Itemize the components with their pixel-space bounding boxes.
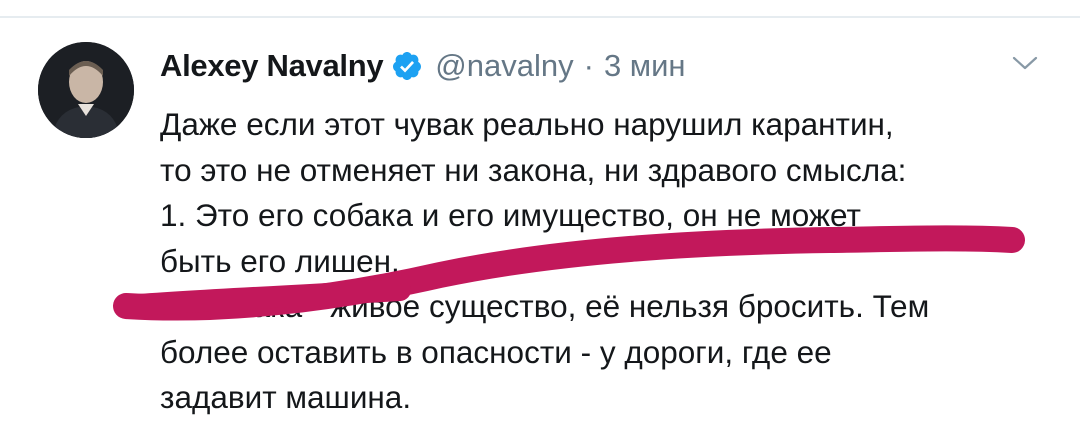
tweet-text-line: 2. Собака - живое существо, её нельзя бр…	[160, 288, 930, 324]
tweet-text-line: задавит машина.	[160, 379, 412, 415]
author-name[interactable]: Alexey Navalny	[160, 48, 384, 84]
tweet-timestamp[interactable]: 3 мин	[604, 48, 686, 84]
tweet-text-line: 1. Это его собака и его имущество, он не…	[160, 197, 861, 233]
tweet-text-line: Даже если этот чувак реально нарушил кар…	[160, 106, 894, 142]
separator-dot: ·	[583, 48, 594, 83]
verified-badge-icon	[393, 52, 422, 80]
avatar-photo	[38, 42, 134, 138]
tweet-text: Даже если этот чувак реально нарушил кар…	[160, 102, 1060, 421]
tweet-header: Alexey Navalny @navalny · 3 мин	[160, 44, 686, 88]
tweet-text-line: то это не отменяет ни закона, ни здравог…	[160, 151, 907, 188]
top-divider	[0, 16, 1080, 18]
chevron-down-icon[interactable]	[1010, 52, 1040, 74]
tweet-text-line: более оставить в опасности - у дороги, г…	[160, 333, 832, 370]
avatar[interactable]	[38, 42, 134, 138]
author-handle[interactable]: @navalny	[435, 48, 573, 84]
tweet-text-line: быть его лишен.	[160, 242, 400, 279]
